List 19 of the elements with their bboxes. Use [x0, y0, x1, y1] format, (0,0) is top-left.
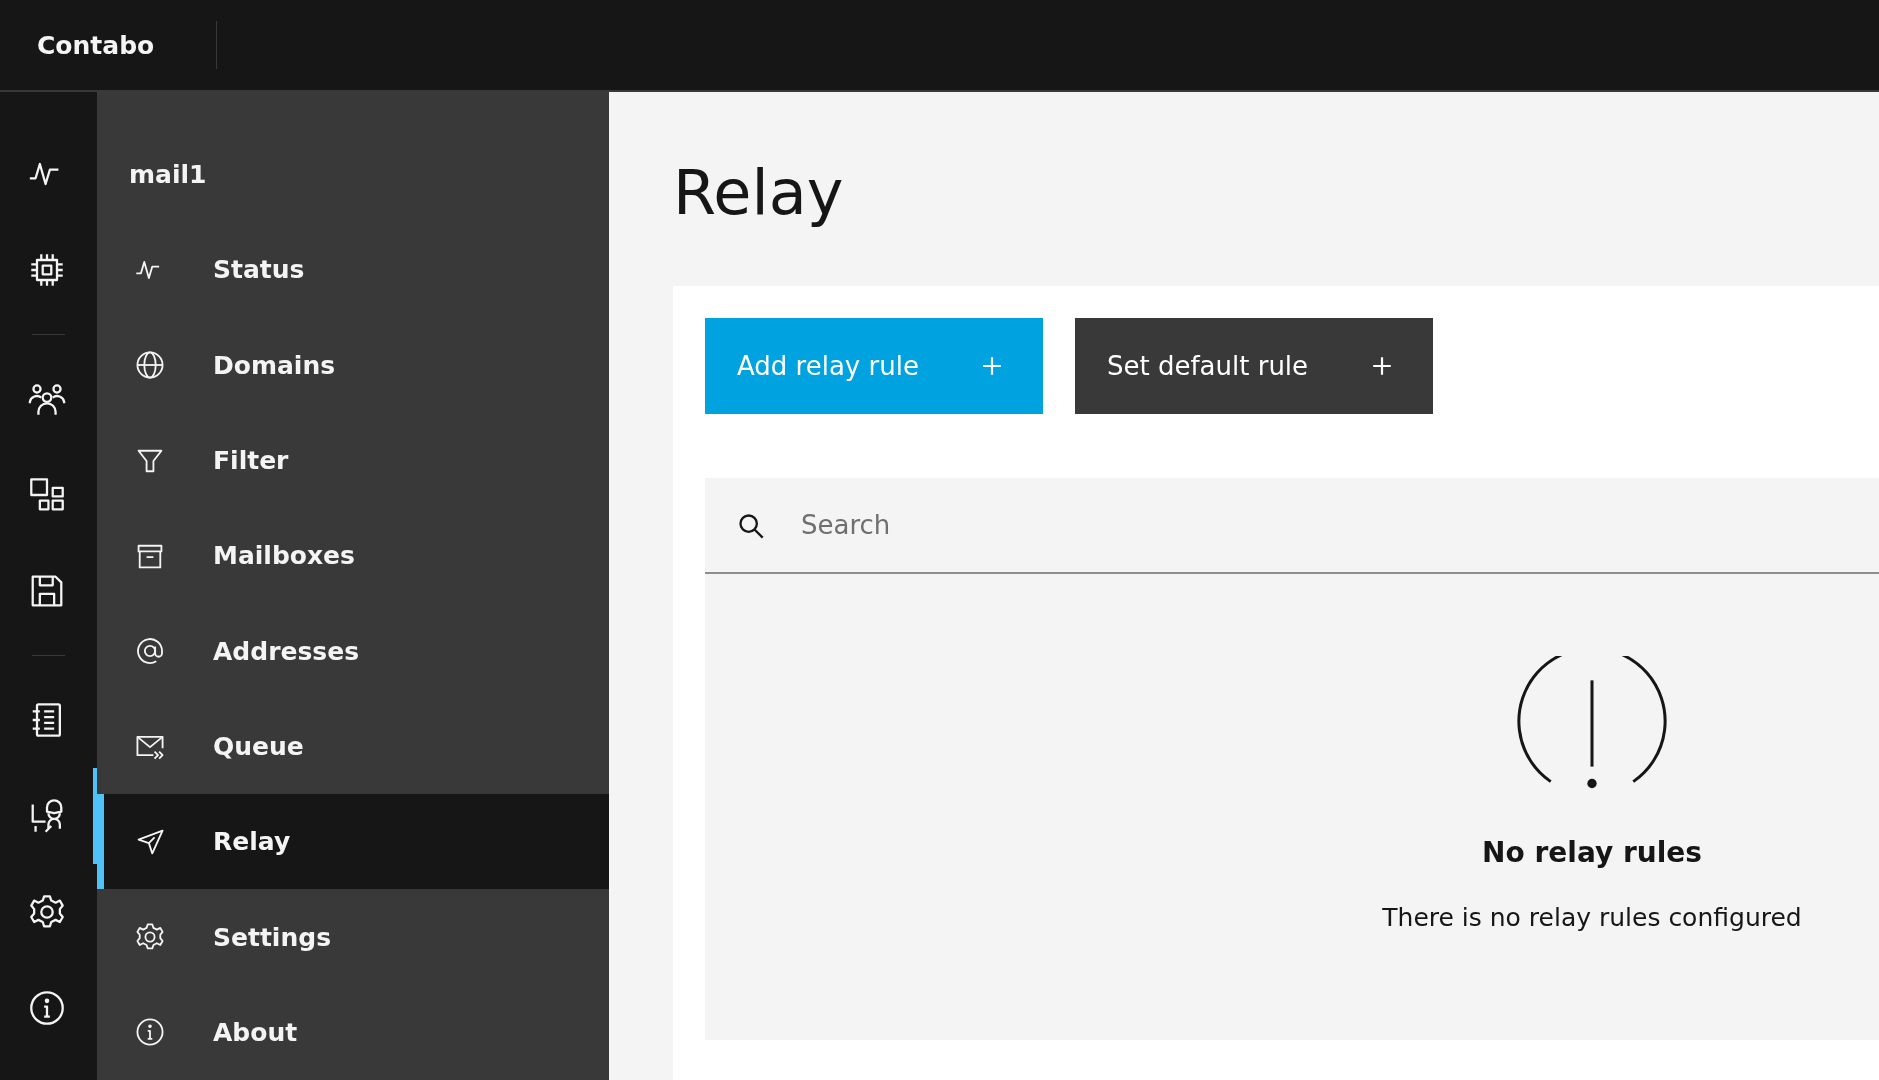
sidebar-item[interactable]: Status — [97, 222, 609, 318]
brand-name[interactable]: Contabo — [0, 30, 191, 60]
sidebar-item[interactable]: Filter — [97, 412, 609, 509]
search-field[interactable]: Search — [705, 478, 1879, 574]
sidebar-item[interactable]: Queue — [97, 698, 609, 795]
add-button[interactable]: Set default rule — [1075, 318, 1433, 414]
sidebar-item[interactable]: Mailboxes — [97, 508, 609, 604]
sidebar-item[interactable]: Settings — [97, 889, 609, 985]
sidebar-item[interactable]: About — [97, 984, 609, 1080]
empty-message: There is no relay rules configured — [1382, 903, 1802, 932]
empty-title: No relay rules — [1482, 836, 1702, 869]
sidebar-title: mail1 — [128, 159, 208, 192]
page-title: Relay — [673, 162, 845, 231]
sidebar-item[interactable]: Relay — [97, 794, 609, 890]
plus-icon — [1371, 355, 1393, 377]
plus-icon — [981, 355, 1003, 377]
sidebar-item[interactable]: Domains — [97, 317, 609, 413]
sidebar-item[interactable]: Addresses — [97, 603, 609, 699]
search-icon — [737, 512, 765, 540]
